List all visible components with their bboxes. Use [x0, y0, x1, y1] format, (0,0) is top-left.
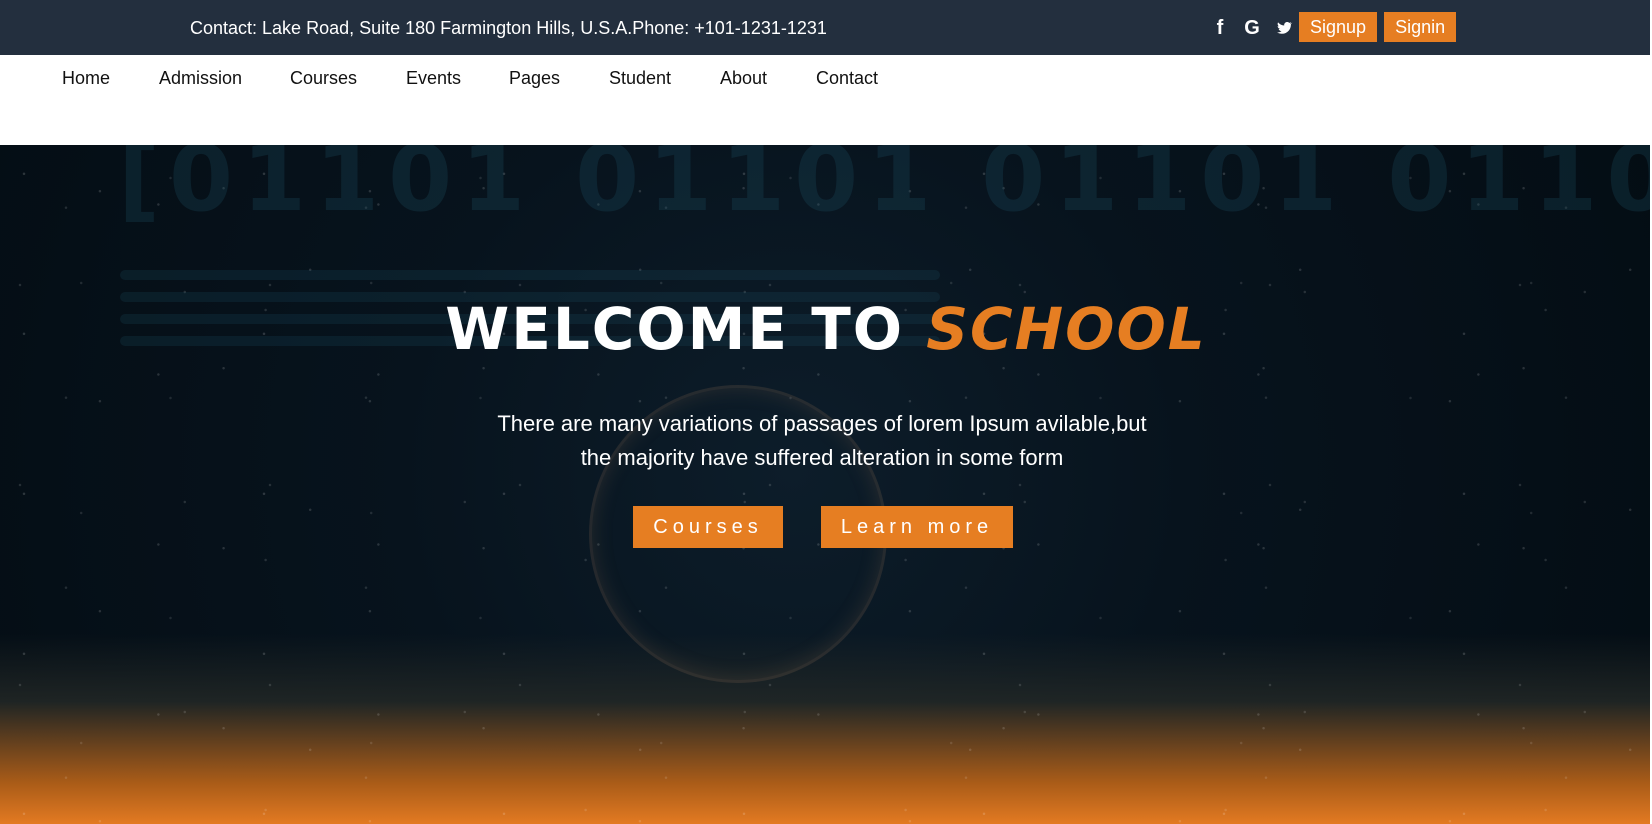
nav-student[interactable]: Student — [609, 67, 671, 89]
hero-actions: Courses Learn more — [633, 506, 1013, 548]
school-homepage: Contact: Lake Road, Suite 180 Farmington… — [0, 0, 1652, 824]
background-line — [120, 270, 940, 280]
contact-info: Contact: Lake Road, Suite 180 Farmington… — [190, 18, 827, 38]
nav-contact[interactable]: Contact — [816, 67, 878, 89]
hero-banner: [01101 01101 01101 01101] WELCOME TO SCH… — [0, 145, 1650, 824]
binary-background-text: [01101 01101 01101 01101] — [118, 145, 1650, 232]
nav-home[interactable]: Home — [62, 67, 110, 89]
twitter-bird-icon — [1277, 21, 1293, 34]
nav-about[interactable]: About — [720, 67, 767, 89]
courses-button[interactable]: Courses — [633, 506, 783, 548]
learn-more-button[interactable]: Learn more — [821, 506, 1013, 548]
nav-courses[interactable]: Courses — [290, 67, 357, 89]
nav-pages[interactable]: Pages — [509, 67, 560, 89]
facebook-glyph: f — [1216, 16, 1224, 39]
google-glyph: G — [1244, 16, 1260, 39]
nav-admission[interactable]: Admission — [159, 67, 242, 89]
auth-buttons: Signup Signin — [1299, 12, 1457, 42]
signup-button[interactable]: Signup — [1299, 12, 1378, 42]
twitter-icon[interactable] — [1274, 18, 1294, 38]
hero-title: WELCOME TO SCHOOL — [0, 295, 1650, 363]
hero-title-welcome: WELCOME TO — [445, 295, 905, 363]
hero-subtitle: There are many variations of passages of… — [497, 411, 1147, 470]
social-links: f G — [1210, 15, 1294, 41]
hero-title-school: SCHOOL — [926, 295, 1207, 363]
main-navigation: Home Admission Courses Events Pages Stud… — [0, 55, 1650, 145]
facebook-icon[interactable]: f — [1210, 16, 1230, 39]
signin-button[interactable]: Signin — [1384, 12, 1457, 42]
top-contact-bar: Contact: Lake Road, Suite 180 Farmington… — [0, 0, 1652, 55]
nav-events[interactable]: Events — [406, 67, 461, 89]
google-icon[interactable]: G — [1242, 16, 1262, 39]
